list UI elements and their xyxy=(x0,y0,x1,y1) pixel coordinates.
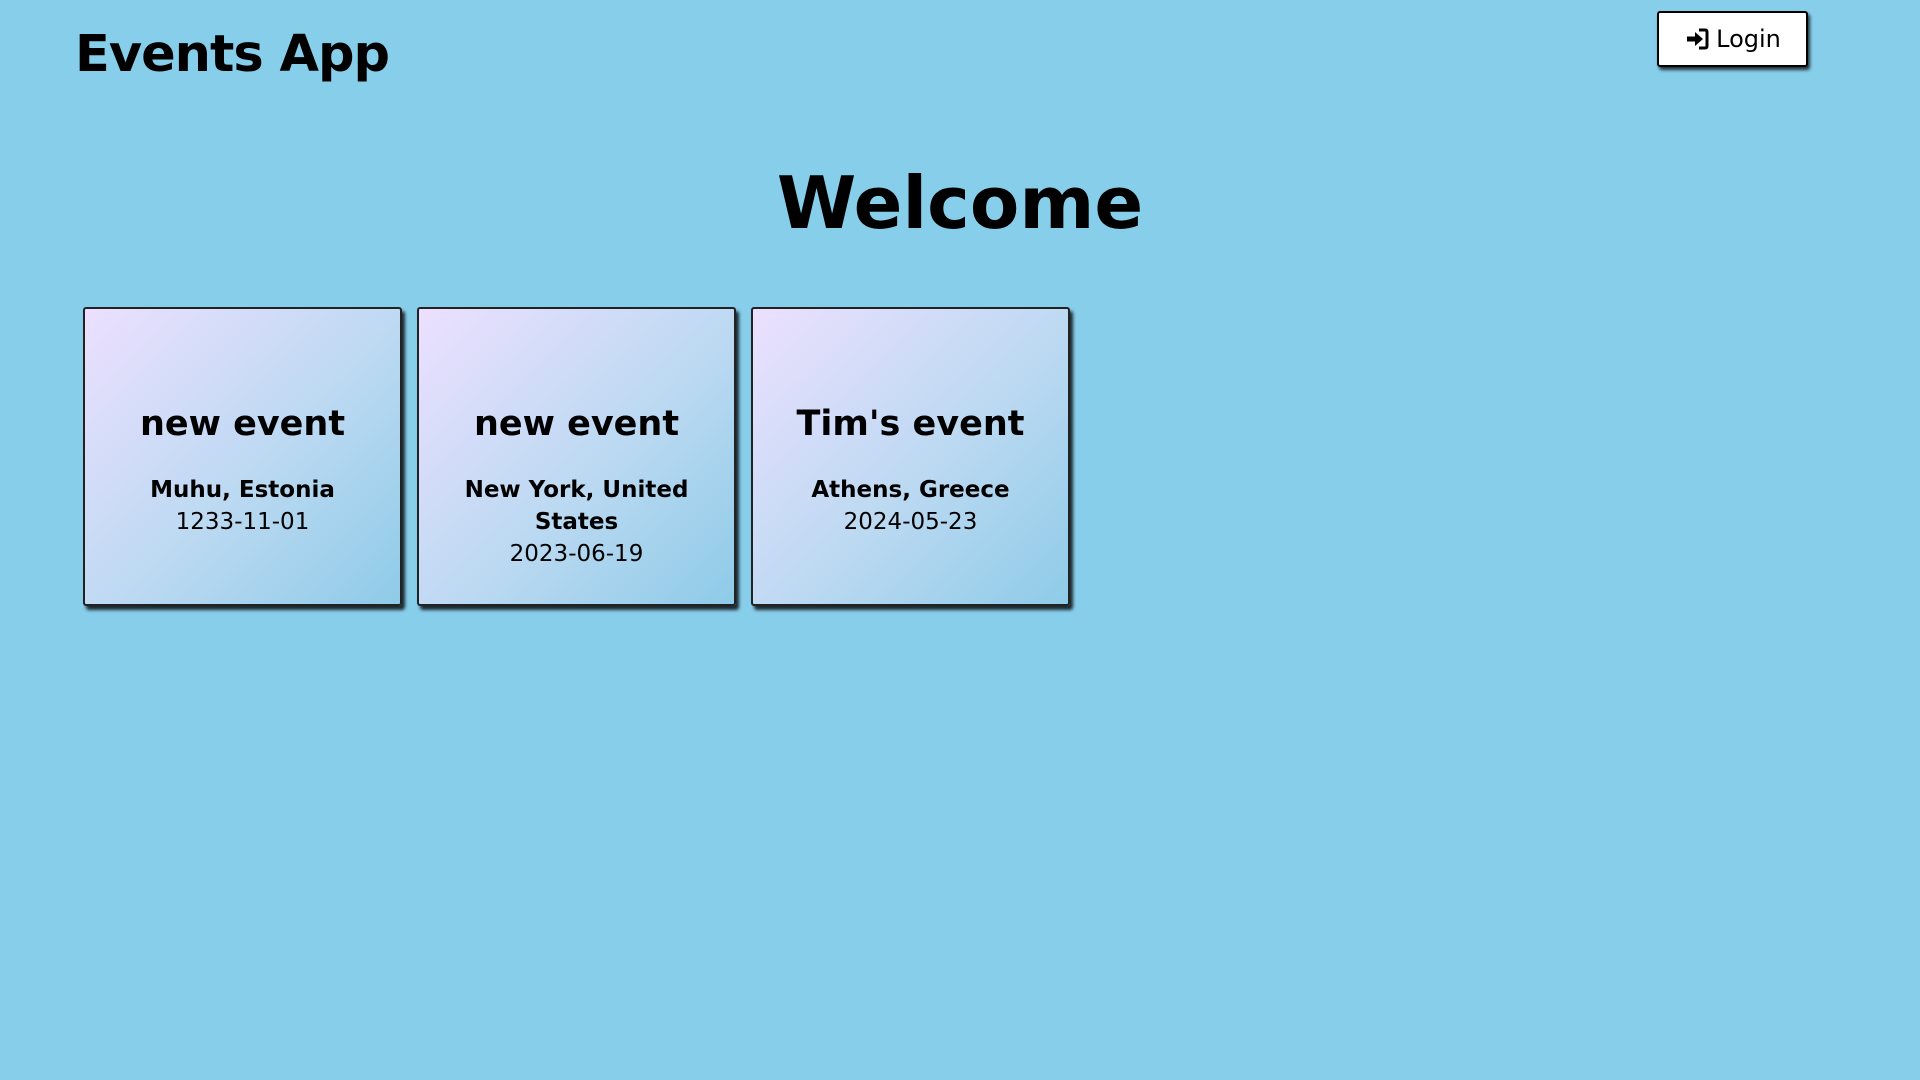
event-title: new event xyxy=(473,404,680,444)
event-date: 2024-05-23 xyxy=(843,509,978,535)
welcome-heading-text: Welcome xyxy=(776,161,1144,245)
event-location: Athens, Greece xyxy=(811,477,1010,503)
event-location: Muhu, Estonia xyxy=(150,477,335,503)
login-button[interactable]: Login xyxy=(1657,11,1808,67)
event-card[interactable]: Tim's event Athens, Greece 2024-05-23 xyxy=(751,307,1070,606)
sign-in-icon xyxy=(1684,27,1710,51)
event-card[interactable]: new event New York, United States 2023-0… xyxy=(417,307,736,606)
app-title: Events App xyxy=(75,25,390,84)
event-date: 2023-06-19 xyxy=(509,541,644,567)
event-title: new event xyxy=(139,404,346,444)
event-card[interactable]: new event Muhu, Estonia 1233-11-01 xyxy=(83,307,402,606)
page: Events App Login Welcome new event Muhu,… xyxy=(0,0,1920,1080)
welcome-heading: Welcome xyxy=(0,158,1920,248)
event-title: Tim's event xyxy=(796,404,1025,444)
login-label: Login xyxy=(1716,25,1781,53)
event-location: New York, United States xyxy=(464,477,689,535)
event-list: new event Muhu, Estonia 1233-11-01 new e… xyxy=(83,307,1070,606)
event-date: 1233-11-01 xyxy=(175,509,310,535)
